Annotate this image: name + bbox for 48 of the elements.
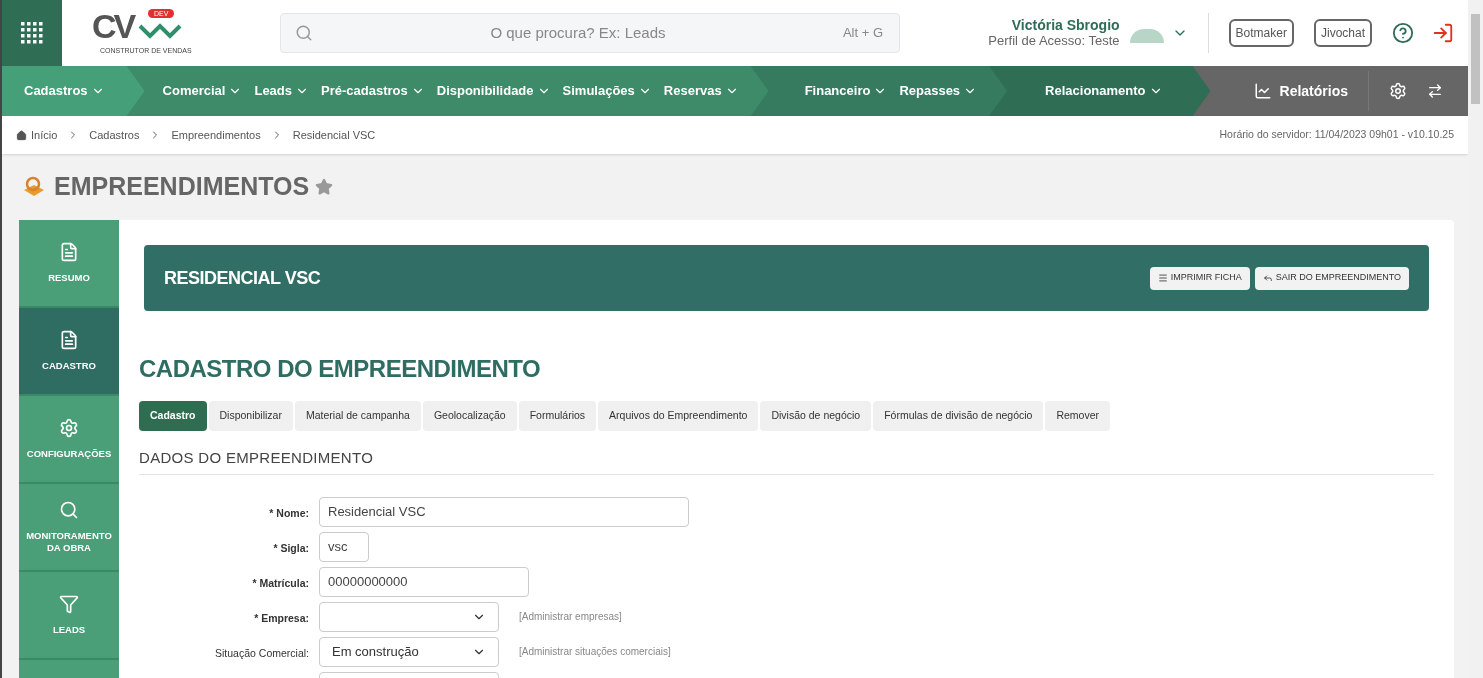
nav-menu-item[interactable]: Relacionamento [1045, 81, 1163, 101]
project-name: RESIDENCIAL VSC [164, 266, 321, 290]
page-title: EMPREENDIMENTOS [54, 171, 310, 203]
user-profile: Perfil de Acesso: Teste [988, 33, 1120, 49]
nav-menu-item[interactable]: Pré-cadastros [321, 81, 425, 101]
server-time: Horário do servidor: 11/04/2023 09h01 - v10.10.25 [1219, 127, 1454, 143]
banner-button[interactable]: SAIR DO EMPREENDIMENTO [1254, 266, 1409, 290]
tab[interactable]: Formulários [518, 401, 597, 431]
field-label: Situação Comercial: [215, 646, 309, 659]
admin-link[interactable]: [Administrar situações comerciais] [519, 644, 671, 659]
reports-link[interactable]: Relatórios [1253, 80, 1348, 102]
search-input[interactable]: O que procura? Ex: Leads [313, 21, 843, 45]
tab[interactable]: Remover [1045, 401, 1111, 431]
nav-menu-item[interactable]: Comercial [162, 81, 243, 101]
sidebar-item[interactable]: CADASTRO [19, 308, 119, 396]
tab[interactable]: Divisão de negócio [760, 401, 872, 431]
breadcrumb-link[interactable]: Empreendimentos [171, 126, 261, 144]
integration-button[interactable]: Botmaker [1228, 19, 1294, 47]
user-name: Victória Sbrogio [1010, 17, 1120, 33]
field-label: * Nome: [269, 506, 309, 519]
tab[interactable]: Disponibilizar [208, 401, 293, 431]
admin-link[interactable]: [Administrar empresas] [519, 609, 622, 624]
breadcrumb-link[interactable]: Residencial VSC [292, 126, 376, 144]
tab[interactable]: Arquivos do Empreendimento [598, 401, 759, 431]
nav-menu-item[interactable]: Reservas [663, 81, 739, 101]
field-label: * Empresa: [254, 611, 309, 624]
tab[interactable]: Cadastro [139, 401, 207, 431]
tab[interactable]: Material de campanha [294, 401, 421, 431]
text-input[interactable]: 00000000000 [319, 566, 529, 597]
tab[interactable]: Fórmulas de divisão de negócio [873, 401, 1044, 431]
nav-menu-item[interactable]: Simulações [562, 81, 652, 101]
nav-menu-item[interactable]: Repasses [899, 81, 978, 101]
breadcrumb-link[interactable]: Início [31, 126, 58, 144]
integration-button[interactable]: Jivochat [1313, 19, 1372, 47]
section-title: CADASTRO DO EMPREENDIMENTO [139, 354, 542, 384]
field-label: * Sigla: [273, 541, 309, 554]
nav-menu-item[interactable]: Leads [254, 81, 310, 101]
form-section-title: DADOS DO EMPREENDIMENTO [139, 447, 1434, 475]
text-input[interactable]: vsc [319, 531, 369, 562]
breadcrumb-link[interactable]: Cadastros [89, 126, 140, 144]
select-field[interactable]: Em construção [319, 636, 499, 667]
nav-menu-item[interactable]: Financeiro [804, 81, 888, 101]
field-label: * Matrícula: [252, 576, 309, 589]
banner-button[interactable]: IMPRIMIR FICHA [1149, 266, 1250, 290]
nav-menu-item[interactable]: Disponibilidade [436, 81, 551, 101]
text-input[interactable]: Residencial VSC [319, 496, 689, 527]
shortcut-hint: Alt + G [842, 24, 883, 43]
tab[interactable]: Geolocalização [422, 401, 517, 431]
